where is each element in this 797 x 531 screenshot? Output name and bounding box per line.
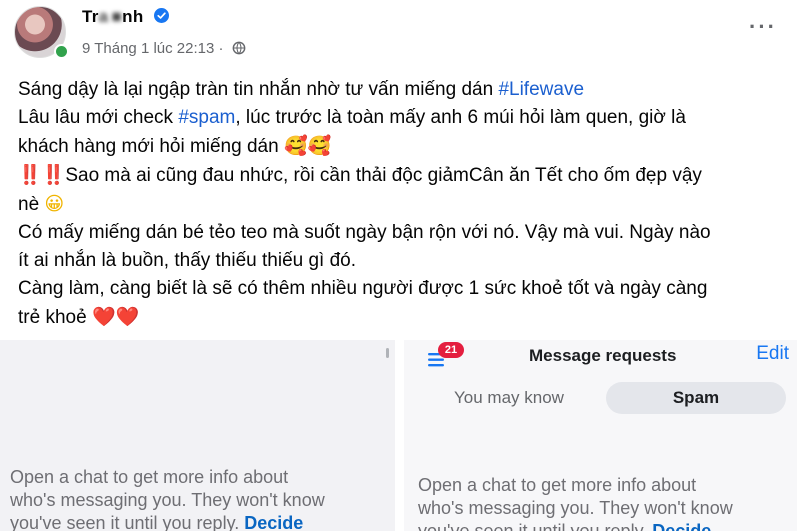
post-time-text: 9 Tháng 1 lúc 22:13 ·	[82, 40, 224, 57]
double-exclamation-emoji-icon: ‼️‼️	[18, 164, 66, 186]
attached-screenshot-right[interactable]: 21 Message requests Edit You may know Sp…	[404, 340, 797, 531]
grinning-face-emoji-icon: 😀	[44, 193, 65, 215]
post-line: Càng làm, càng biết là sẽ có thêm nhiều …	[18, 275, 788, 303]
decide-link[interactable]: Decide	[244, 513, 303, 531]
post-timestamp[interactable]: 9 Tháng 1 lúc 22:13 ·	[82, 40, 246, 57]
tab-spam[interactable]: Spam	[606, 382, 786, 414]
online-status-dot	[54, 44, 69, 59]
post-line: trẻ khoẻ ❤️❤️	[18, 303, 788, 332]
globe-icon	[232, 41, 246, 55]
red-heart-emoji-icon: ❤️❤️	[91, 306, 140, 328]
post-line: nè 😀	[18, 190, 788, 219]
info-line: Open a chat to get more info about	[10, 467, 289, 487]
post-line-text: Có mấy miếng dán bé tẻo teo mà suốt ngày…	[18, 222, 711, 243]
post-line: Sáng dậy là lại ngập tràn tin nhắn nhờ t…	[18, 76, 788, 104]
notification-badge: 21	[438, 342, 464, 358]
post-line-text: Lâu lâu mới check	[18, 107, 179, 128]
post-line-text: Sáng dậy là lại ngập tràn tin nhắn nhờ t…	[18, 79, 499, 100]
info-line: who's messaging you. They won't know	[10, 490, 325, 510]
author-name-masked: a ■	[98, 7, 123, 26]
author-name-suffix: nh	[122, 7, 144, 26]
post-line-text: trẻ khoẻ	[18, 307, 92, 328]
post-text: Sáng dậy là lại ngập tràn tin nhắn nhờ t…	[18, 76, 788, 332]
info-line: Open a chat to get more info about	[418, 475, 697, 495]
hashtag-lifewave[interactable]: #Lifewave	[498, 79, 584, 100]
post-line-text: ít ai nhắn là buồn, thấy thiếu thiếu gì …	[18, 250, 357, 271]
post-line-text: khách hàng mới hỏi miếng dán	[18, 136, 284, 157]
tab-you-may-know[interactable]: You may know	[454, 388, 564, 408]
post-line: Lâu lâu mới check #spam, lúc trước là to…	[18, 104, 788, 132]
info-line-text: you've seen it until you reply.	[10, 513, 240, 531]
post-line: khách hàng mới hỏi miếng dán 🥰🥰	[18, 132, 788, 161]
message-requests-info: Open a chat to get more info about who's…	[10, 466, 390, 531]
message-requests-info: Open a chat to get more info about who's…	[418, 474, 797, 531]
edit-button[interactable]: Edit	[756, 343, 789, 365]
post-line-text: Sao mà ai cũng đau nhức, rồi cần thải độ…	[65, 165, 702, 186]
panel-divider	[395, 340, 404, 531]
info-line: you've seen it until you reply. Decide	[418, 520, 797, 531]
verified-badge-icon	[153, 8, 169, 23]
decide-link[interactable]: Decide	[652, 521, 711, 531]
info-line: you've seen it until you reply. Decide	[10, 512, 390, 531]
post-line-text: Càng làm, càng biết là sẽ có thêm nhiều …	[18, 278, 708, 299]
post-line-text: , lúc trước là toàn mấy anh 6 múi hỏi là…	[235, 107, 686, 128]
info-line: who's messaging you. They won't know	[418, 498, 733, 518]
attached-screenshot-left[interactable]: Open a chat to get more info about who's…	[0, 340, 395, 531]
message-requests-title: Message requests	[529, 346, 677, 365]
more-options-icon[interactable]: ···	[749, 16, 777, 38]
author-name-prefix: Tr	[82, 7, 99, 26]
info-line-text: you've seen it until you reply.	[418, 521, 648, 531]
author-name[interactable]: Tra ■nh	[82, 7, 169, 27]
post-line: Có mấy miếng dán bé tẻo teo mà suốt ngày…	[18, 219, 788, 247]
scroll-indicator	[386, 348, 389, 358]
hashtag-spam[interactable]: #spam	[178, 107, 235, 128]
post-line-text: nè	[18, 194, 45, 215]
post-line: ‼️‼️Sao mà ai cũng đau nhức, rồi cần thả…	[18, 161, 788, 190]
smiling-hearts-emoji-icon: 🥰🥰	[283, 135, 332, 157]
post-line: ít ai nhắn là buồn, thấy thiếu thiếu gì …	[18, 247, 788, 275]
